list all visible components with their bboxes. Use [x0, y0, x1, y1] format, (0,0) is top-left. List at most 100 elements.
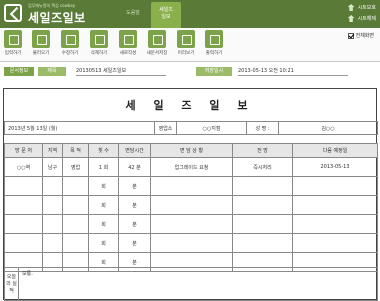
save-icon — [148, 30, 166, 48]
cell-place[interactable] — [4, 176, 43, 196]
cell-status[interactable] — [150, 195, 233, 215]
trash-icon — [90, 30, 108, 48]
cell-region[interactable] — [42, 233, 63, 253]
refresh-icon — [61, 30, 79, 48]
load-button[interactable]: 불러오기 — [30, 30, 52, 56]
table-header-row: 방 문 처 지역 목 적 횟 수 면담시간 면 담 상 황 전 망 다음 예정일 — [4, 143, 378, 158]
cell-status[interactable] — [150, 233, 233, 253]
cell-outlook[interactable] — [232, 176, 293, 196]
sheet-protect-button[interactable]: 시트보호 — [347, 4, 376, 11]
cell-purpose[interactable] — [62, 176, 89, 196]
print-button[interactable]: 출력하기 — [203, 30, 225, 56]
cell-count[interactable]: 회 — [88, 214, 119, 234]
minutes-unit: 분 — [132, 240, 137, 247]
cell-minutes[interactable]: 분 — [118, 195, 151, 215]
minutes-unit: 분 — [132, 183, 137, 190]
cell-purpose[interactable] — [62, 214, 89, 234]
cell-count[interactable]: 회 — [88, 176, 119, 196]
cell-status[interactable]: 업그레이드 요청 — [150, 157, 233, 177]
doc-title-value[interactable]: 20130513 세일즈일보 — [76, 67, 166, 76]
save-new-button[interactable]: 새문서저장 — [146, 30, 168, 56]
office-value[interactable]: ○○지점 — [176, 121, 247, 135]
doc-info-tag: 문서정보 — [4, 67, 34, 76]
title-tag: 제목 — [38, 67, 66, 76]
cell-minutes[interactable]: 분 — [118, 214, 151, 234]
daily-result-table: 오늘의 실적 보통. — [4, 267, 378, 301]
cell-minutes[interactable]: 42 분 — [118, 157, 151, 177]
logo-icon — [4, 4, 22, 22]
count-unit: 회 — [101, 259, 106, 266]
minutes-unit: 분 — [132, 259, 137, 266]
cell-place[interactable] — [4, 233, 43, 253]
toolbar: 입력하기 불러오기 수정하기 삭제하기 새로작성 새문서저장 미리보기 출력하기… — [0, 28, 380, 62]
new-button[interactable]: 새로작성 — [117, 30, 139, 56]
delete-button[interactable]: 삭제하기 — [88, 30, 110, 56]
cell-next[interactable] — [292, 214, 378, 234]
minutes-unit: 분 — [136, 164, 141, 171]
cell-next[interactable] — [292, 176, 378, 196]
cell-region[interactable] — [42, 176, 63, 196]
cell-purpose[interactable] — [62, 195, 89, 215]
tab-help[interactable]: 도움말 — [118, 4, 148, 24]
name-value[interactable]: 김○○ — [278, 121, 378, 135]
sales-report-sheet: 세 일 즈 일 보 2013년 5월 13일 (월) 영업소 ○○지점 성 명 … — [3, 88, 378, 301]
reload-icon — [119, 30, 137, 48]
cell-purpose[interactable]: 영업 — [62, 157, 89, 177]
cell-count[interactable]: 1 회 — [88, 157, 119, 177]
cell-status[interactable] — [150, 214, 233, 234]
col-next: 다음 예정일 — [292, 143, 378, 158]
col-outlook: 전 망 — [232, 143, 293, 158]
cell-outlook[interactable] — [232, 214, 293, 234]
pencil-icon — [4, 30, 22, 48]
cell-count[interactable]: 회 — [88, 195, 119, 215]
sheet-title: 세 일 즈 일 보 — [125, 99, 255, 112]
minutes-value: 42 — [128, 164, 135, 171]
cell-place[interactable]: ○○역 — [4, 157, 43, 177]
cell-outlook[interactable] — [232, 233, 293, 253]
cell-next[interactable] — [292, 195, 378, 215]
document-info-bar: 문서정보 제목 20130513 세일즈일보 저장일시 2013-05-13 오… — [0, 66, 380, 78]
sheet-unprotect-button[interactable]: 시트해제 — [347, 15, 376, 22]
name-label: 성 명 : — [246, 121, 279, 135]
cell-place[interactable] — [4, 195, 43, 215]
cell-region[interactable] — [42, 195, 63, 215]
cell-minutes[interactable]: 분 — [118, 233, 151, 253]
cell-outlook[interactable] — [232, 195, 293, 215]
cell-next[interactable] — [292, 233, 378, 253]
printer-icon — [205, 30, 223, 48]
cell-outlook[interactable]: 즉시처리 — [232, 157, 293, 177]
tool-label: 미리보기 — [177, 51, 195, 56]
fullscreen-checkbox[interactable] — [347, 32, 354, 39]
col-status: 면 담 상 황 — [150, 143, 233, 158]
arrow-up-icon — [347, 15, 355, 22]
tool-label: 불러오기 — [32, 51, 50, 56]
count-unit: 회 — [101, 202, 106, 209]
saved-at-value: 2013-05-13 오전 10:21 — [238, 67, 348, 76]
preview-button[interactable]: 미리보기 — [175, 30, 197, 56]
table-row: 회 분 — [4, 176, 378, 196]
sheet-protect-label: 시트보호 — [357, 5, 376, 11]
saved-at-tag: 저장일시 — [196, 67, 232, 76]
cell-region[interactable] — [42, 214, 63, 234]
minutes-unit: 분 — [132, 221, 137, 228]
count-unit: 회 — [101, 240, 106, 247]
cell-count[interactable]: 회 — [88, 233, 119, 253]
cell-status[interactable] — [150, 176, 233, 196]
col-minutes: 면담시간 — [118, 143, 151, 158]
tool-label: 새로작성 — [119, 51, 137, 56]
report-date[interactable]: 2013년 5월 13일 (월) — [4, 121, 155, 135]
tab-sales-report[interactable]: 세일즈 일보 — [151, 2, 181, 28]
cell-region[interactable]: 남구 — [42, 157, 63, 177]
cell-next[interactable]: 2013-05-13 — [292, 157, 378, 177]
cell-minutes[interactable]: 분 — [118, 176, 151, 196]
cell-place[interactable] — [4, 214, 43, 234]
input-button[interactable]: 입력하기 — [2, 30, 24, 56]
edit-button[interactable]: 수정하기 — [59, 30, 81, 56]
download-icon — [32, 30, 50, 48]
table-row: 회 분 — [4, 233, 378, 253]
cell-purpose[interactable] — [62, 233, 89, 253]
count-value: 1 — [98, 164, 102, 171]
daily-result-value[interactable]: 보통. — [18, 267, 378, 301]
fullscreen-toggle[interactable]: 전체화면 — [347, 32, 374, 39]
tab-sales-report-line2: 일보 — [161, 14, 171, 20]
